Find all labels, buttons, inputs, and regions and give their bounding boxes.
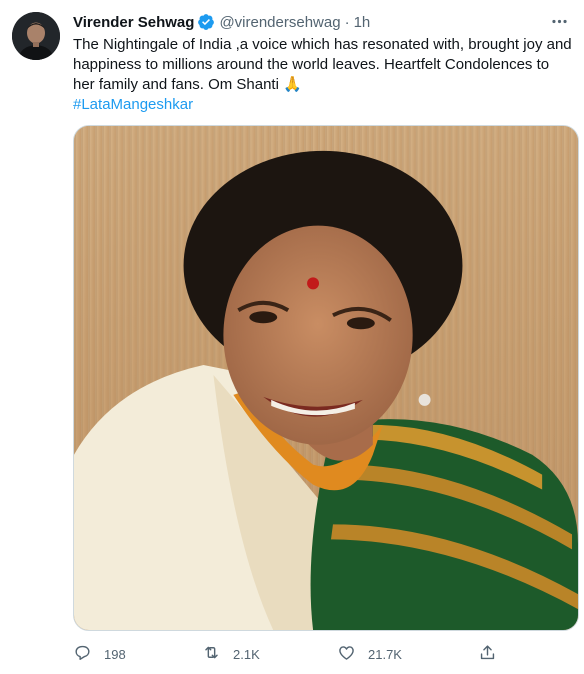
tweet-photo[interactable] <box>73 125 579 631</box>
avatar[interactable] <box>12 12 60 60</box>
verified-icon <box>197 13 215 31</box>
tweet-header: Virender Sehwag @virendersehwag · 1h <box>73 12 370 32</box>
like-count: 21.7K <box>368 646 402 662</box>
tweet-text-line: happiness to millions around the world l… <box>73 56 550 73</box>
tweet-timestamp[interactable]: 1h <box>354 14 371 31</box>
like-icon <box>337 643 356 665</box>
more-icon[interactable] <box>548 10 570 32</box>
retweet-count: 2.1K <box>233 646 260 662</box>
share-icon <box>478 643 497 665</box>
retweet-icon <box>202 643 221 665</box>
share-button[interactable] <box>478 640 497 668</box>
tweet[interactable]: Virender Sehwag @virendersehwag · 1h The… <box>0 0 584 674</box>
reply-count: 198 <box>104 646 126 662</box>
author-handle[interactable]: @virendersehwag <box>219 14 340 31</box>
reply-button[interactable]: 198 <box>73 640 126 668</box>
tweet-text: The Nightingale of India ,a voice which … <box>73 35 579 115</box>
retweet-button[interactable]: 2.1K <box>202 640 260 668</box>
separator-dot: · <box>344 13 350 31</box>
like-button[interactable]: 21.7K <box>337 640 402 668</box>
tweet-text-line: her family and fans. Om Shanti 🙏 <box>73 76 302 93</box>
hashtag-link[interactable]: #LataMangeshkar <box>73 95 579 115</box>
author-display-name[interactable]: Virender Sehwag <box>73 14 194 31</box>
reply-icon <box>73 643 92 665</box>
tweet-text-line: The Nightingale of India ,a voice which … <box>73 36 572 53</box>
tweet-actions: 198 2.1K 21.7K <box>73 640 579 668</box>
